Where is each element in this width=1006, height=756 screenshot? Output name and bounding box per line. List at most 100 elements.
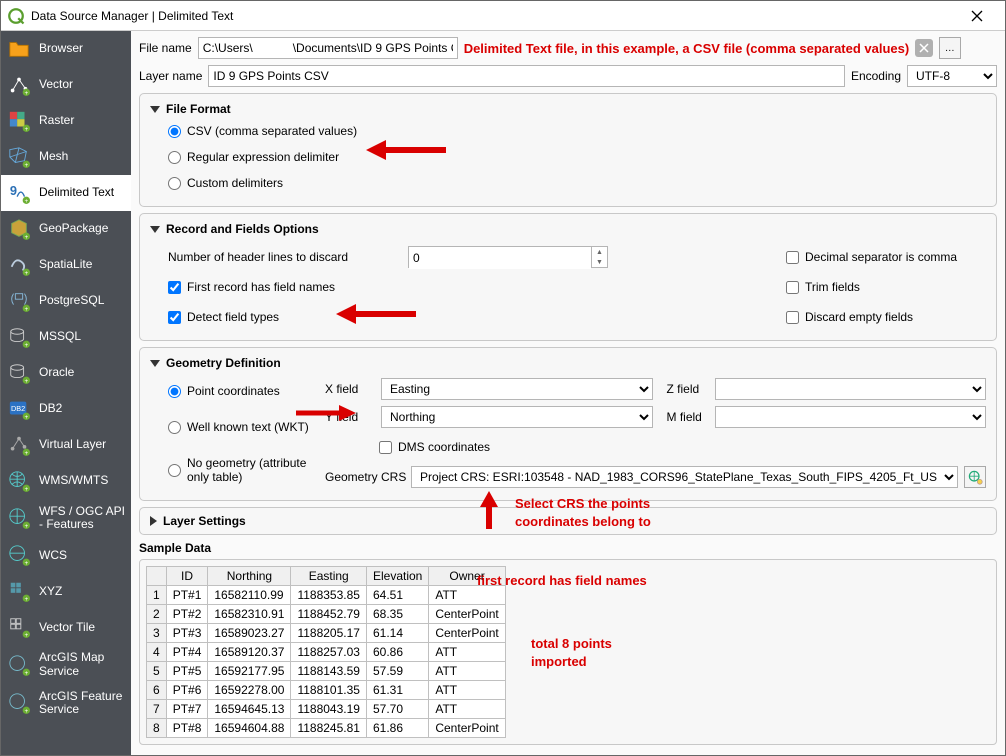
svg-text:+: + xyxy=(24,560,28,566)
sample-data-table: IDNorthingEastingElevationOwner 1PT#1165… xyxy=(146,566,506,738)
table-row[interactable]: 6PT#616592278.001188101.3561.31ATT xyxy=(147,681,506,700)
column-header[interactable]: Easting xyxy=(291,567,367,586)
geometry-definition-toggle[interactable]: Geometry Definition xyxy=(150,356,986,370)
sidebar-item-oracle[interactable]: + Oracle xyxy=(1,355,131,391)
svg-text:+: + xyxy=(24,234,28,240)
layer-name-input[interactable] xyxy=(208,65,845,87)
header-lines-spinner[interactable]: ▲▼ xyxy=(408,246,608,268)
decimal-comma-checkbox[interactable] xyxy=(786,251,799,264)
trim-fields-checkbox[interactable] xyxy=(786,281,799,294)
sidebar-item-vector[interactable]: + Vector xyxy=(1,67,131,103)
chevron-right-icon xyxy=(150,516,157,526)
virtual-layer-icon: + xyxy=(7,433,31,457)
table-row[interactable]: 8PT#816594604.881188245.8161.86CenterPoi… xyxy=(147,719,506,738)
vector-icon: + xyxy=(7,73,31,97)
no-geom-radio[interactable] xyxy=(168,464,181,477)
svg-text:+: + xyxy=(24,270,28,276)
table-row[interactable]: 3PT#316589023.271188205.1761.14CenterPoi… xyxy=(147,624,506,643)
chevron-down-icon xyxy=(150,360,160,367)
sidebar-item-raster[interactable]: + Raster xyxy=(1,103,131,139)
detect-types-checkbox[interactable] xyxy=(168,311,181,324)
sidebar-item-xyz[interactable]: + XYZ xyxy=(1,573,131,609)
crs-select[interactable]: Project CRS: ESRI:103548 - NAD_1983_CORS… xyxy=(411,466,958,488)
column-header[interactable]: ID xyxy=(166,567,208,586)
m-field-select[interactable] xyxy=(715,406,987,428)
svg-text:+: + xyxy=(24,632,28,638)
vector-tile-icon: + xyxy=(7,615,31,639)
custom-radio-label: Custom delimiters xyxy=(187,176,283,190)
z-field-select[interactable] xyxy=(715,378,987,400)
svg-text:+: + xyxy=(24,414,28,420)
sample-data-title: Sample Data xyxy=(139,541,997,555)
record-fields-toggle[interactable]: Record and Fields Options xyxy=(150,222,986,236)
svg-text:DB2: DB2 xyxy=(11,404,25,413)
wkt-radio[interactable] xyxy=(168,421,181,434)
y-field-select[interactable]: Northing xyxy=(381,406,653,428)
sidebar-item-browser[interactable]: Browser xyxy=(1,31,131,67)
discard-empty-checkbox[interactable] xyxy=(786,311,799,324)
titlebar: Data Source Manager | Delimited Text xyxy=(1,1,1005,31)
mssql-icon: + xyxy=(7,325,31,349)
sidebar-item-arcgis-feature[interactable]: + ArcGIS Feature Service xyxy=(1,684,131,722)
sidebar-item-wcs[interactable]: + WCS xyxy=(1,537,131,573)
svg-text:+: + xyxy=(24,450,28,456)
dms-checkbox[interactable] xyxy=(379,441,392,454)
sidebar-item-virtual-layer[interactable]: + Virtual Layer xyxy=(1,427,131,463)
table-row[interactable]: 1PT#116582110.991188353.8564.51ATT xyxy=(147,586,506,605)
svg-text:+: + xyxy=(24,126,28,132)
table-row[interactable]: 5PT#516592177.951188143.5957.59ATT xyxy=(147,662,506,681)
table-row[interactable]: 4PT#416589120.371188257.0360.86ATT xyxy=(147,643,506,662)
clear-file-button[interactable] xyxy=(915,39,933,57)
file-name-row: File name Delimited Text file, in this e… xyxy=(139,37,997,59)
svg-text:+: + xyxy=(24,486,28,492)
sidebar-item-postgresql[interactable]: + PostgreSQL xyxy=(1,283,131,319)
geom-crs-label: Geometry CRS xyxy=(325,470,405,484)
sidebar-item-vector-tile[interactable]: + Vector Tile xyxy=(1,609,131,645)
layer-settings-toggle[interactable]: Layer Settings xyxy=(150,514,986,528)
sidebar-item-wfs[interactable]: + WFS / OGC API - Features xyxy=(1,499,131,537)
x-field-select[interactable]: Easting xyxy=(381,378,653,400)
sidebar-item-arcgis-map[interactable]: + ArcGIS Map Service xyxy=(1,645,131,683)
sidebar-item-mssql[interactable]: + MSSQL xyxy=(1,319,131,355)
sidebar-item-geopackage[interactable]: + GeoPackage xyxy=(1,211,131,247)
svg-text:+: + xyxy=(24,708,28,714)
header-lines-input[interactable] xyxy=(409,247,591,269)
svg-text:+: + xyxy=(24,670,28,676)
close-button[interactable] xyxy=(954,1,999,30)
chevron-down-icon xyxy=(150,226,160,233)
geometry-definition-group: Geometry Definition Point coordinates We… xyxy=(139,347,997,501)
sidebar-item-mesh[interactable]: + Mesh xyxy=(1,139,131,175)
sidebar-item-spatialite[interactable]: + SpatiaLite xyxy=(1,247,131,283)
custom-radio[interactable] xyxy=(168,177,181,190)
sidebar-item-db2[interactable]: DB2+ DB2 xyxy=(1,391,131,427)
column-header[interactable]: Northing xyxy=(208,567,291,586)
wcs-icon: + xyxy=(7,543,31,567)
column-header[interactable]: Owner xyxy=(429,567,505,586)
folder-icon xyxy=(7,37,31,61)
oracle-icon: + xyxy=(7,361,31,385)
browse-file-button[interactable]: … xyxy=(939,37,961,59)
spin-up[interactable]: ▲ xyxy=(592,247,607,257)
crs-picker-button[interactable] xyxy=(964,466,986,488)
csv-radio[interactable] xyxy=(168,125,181,138)
table-row[interactable]: 7PT#716594645.131188043.1957.70ATT xyxy=(147,700,506,719)
z-field-label: Z field xyxy=(659,382,709,396)
layer-name-row: Layer name Encoding UTF-8 xyxy=(139,65,997,87)
point-coords-radio[interactable] xyxy=(168,385,181,398)
wfs-icon: + xyxy=(7,506,31,530)
spin-down[interactable]: ▼ xyxy=(592,257,607,267)
sidebar-item-delimited-text[interactable]: 9+ Delimited Text xyxy=(1,175,131,211)
postgresql-icon: + xyxy=(7,289,31,313)
xyz-icon: + xyxy=(7,579,31,603)
svg-text:+: + xyxy=(24,378,28,384)
column-header[interactable]: Elevation xyxy=(366,567,428,586)
m-field-label: M field xyxy=(659,410,709,424)
first-record-checkbox[interactable] xyxy=(168,281,181,294)
svg-text:+: + xyxy=(24,596,28,602)
table-row[interactable]: 2PT#216582310.911188452.7968.35CenterPoi… xyxy=(147,605,506,624)
file-name-input[interactable] xyxy=(198,37,458,59)
file-format-toggle[interactable]: File Format xyxy=(150,102,986,116)
regex-radio[interactable] xyxy=(168,151,181,164)
encoding-select[interactable]: UTF-8 xyxy=(907,65,997,87)
sidebar-item-wms[interactable]: + WMS/WMTS xyxy=(1,463,131,499)
